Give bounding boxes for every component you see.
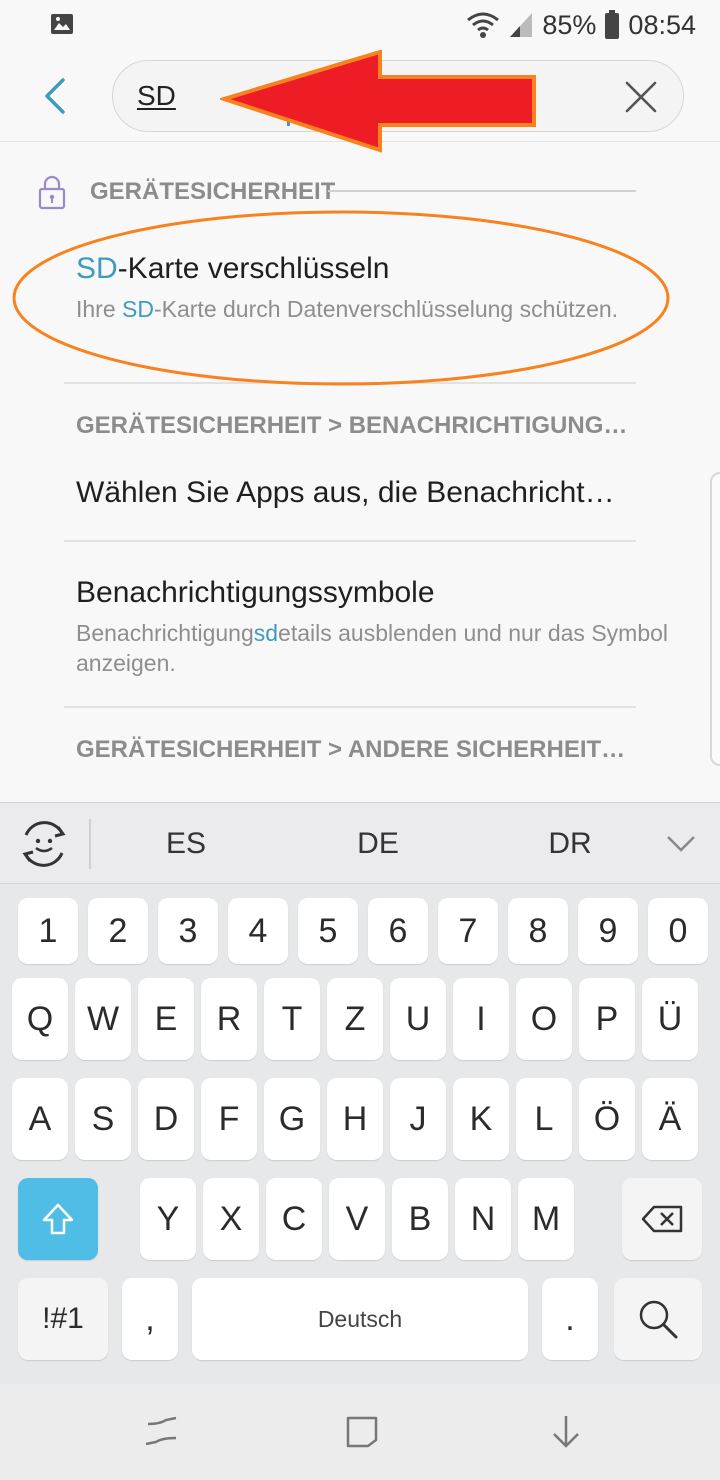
annotation-ellipse <box>12 210 670 386</box>
key-n[interactable]: N <box>455 1178 511 1260</box>
key-h[interactable]: H <box>327 1078 383 1160</box>
search-icon <box>639 1300 678 1339</box>
key-num-1[interactable]: 1 <box>18 898 78 964</box>
key-y[interactable]: Y <box>140 1178 196 1260</box>
key-w[interactable]: W <box>75 978 131 1060</box>
emoji-cycle-icon[interactable] <box>18 819 70 869</box>
annotation-arrow <box>220 50 536 153</box>
suggestion-bar: ES DE DR <box>0 802 720 884</box>
key-b[interactable]: B <box>392 1178 448 1260</box>
lock-icon <box>38 175 66 210</box>
result-notification-icons[interactable]: Benachrichtigungssymbole Benachrichtigun… <box>76 574 676 678</box>
search-query-text: SD <box>137 80 176 111</box>
shift-arrow-icon <box>42 1203 74 1235</box>
back-nav-icon[interactable] <box>546 1412 586 1452</box>
key-num-9[interactable]: 9 <box>578 898 638 964</box>
scrollbar[interactable] <box>710 472 720 766</box>
suggestion-word-2[interactable]: DE <box>318 827 438 861</box>
section-header-device-security: GERÄTESICHERHEIT <box>90 178 336 205</box>
key-e[interactable]: E <box>138 978 194 1060</box>
result-choose-apps-notifications[interactable]: Wählen Sie Apps aus, die Benachricht… <box>76 474 676 512</box>
key-z[interactable]: Z <box>327 978 383 1060</box>
comma-key[interactable]: , <box>122 1278 178 1360</box>
backspace-key[interactable] <box>622 1178 702 1260</box>
shift-key[interactable] <box>18 1178 98 1260</box>
result-title: Benachrichtigungssymbole <box>76 576 435 609</box>
backspace-icon <box>641 1205 683 1233</box>
key-s[interactable]: S <box>75 1078 131 1160</box>
key-c[interactable]: C <box>266 1178 322 1260</box>
key-ü[interactable]: Ü <box>642 978 698 1060</box>
battery-icon <box>605 10 620 39</box>
key-d[interactable]: D <box>138 1078 194 1160</box>
back-button[interactable] <box>30 70 80 122</box>
suggestion-word-1[interactable]: ES <box>126 827 246 861</box>
result-title: Wählen Sie Apps aus, die Benachricht… <box>76 476 615 509</box>
key-u[interactable]: U <box>390 978 446 1060</box>
key-t[interactable]: T <box>264 978 320 1060</box>
key-o[interactable]: O <box>516 978 572 1060</box>
signal-icon <box>510 13 533 37</box>
key-m[interactable]: M <box>518 1178 574 1260</box>
key-r[interactable]: R <box>201 978 257 1060</box>
status-time: 08:54 <box>628 9 696 40</box>
list-divider <box>64 540 636 542</box>
period-key[interactable]: . <box>542 1278 598 1360</box>
section-header-other-security: GERÄTESICHERHEIT > ANDERE SICHERHEIT… <box>76 736 626 763</box>
key-num-5[interactable]: 5 <box>298 898 358 964</box>
chevron-down-icon[interactable] <box>664 827 698 861</box>
key-k[interactable]: K <box>453 1078 509 1160</box>
section-header-notifications: GERÄTESICHERHEIT > BENACHRICHTIGUNG… <box>76 412 628 439</box>
key-l[interactable]: L <box>516 1078 572 1160</box>
key-i[interactable]: I <box>453 978 509 1060</box>
key-num-6[interactable]: 6 <box>368 898 428 964</box>
key-q[interactable]: Q <box>12 978 68 1060</box>
clear-search-button[interactable] <box>617 73 665 121</box>
key-g[interactable]: G <box>264 1078 320 1160</box>
key-x[interactable]: X <box>203 1178 259 1260</box>
key-p[interactable]: P <box>579 978 635 1060</box>
suggestion-separator <box>89 819 91 869</box>
search-key[interactable] <box>614 1278 702 1360</box>
key-num-3[interactable]: 3 <box>158 898 218 964</box>
key-num-0[interactable]: 0 <box>648 898 708 964</box>
gallery-icon <box>51 14 73 34</box>
key-ö[interactable]: Ö <box>579 1078 635 1160</box>
list-divider <box>64 706 636 708</box>
key-f[interactable]: F <box>201 1078 257 1160</box>
key-a[interactable]: A <box>12 1078 68 1160</box>
key-num-4[interactable]: 4 <box>228 898 288 964</box>
key-num-7[interactable]: 7 <box>438 898 498 964</box>
keyboard: ES DE DR 1234567890 QWERTZUIOPÜ ASDFGHJKLÖ… <box>0 802 720 1384</box>
result-subtitle: Benachrichtigungsdetails ausblenden und … <box>76 618 676 678</box>
status-bar: 85% 08:54 <box>0 0 720 50</box>
wifi-icon <box>467 12 500 38</box>
key-j[interactable]: J <box>390 1078 446 1160</box>
back-arrow-icon <box>45 78 65 114</box>
symbols-key[interactable]: !#1 <box>18 1278 108 1360</box>
suggestion-word-3[interactable]: DR <box>510 827 630 861</box>
result-subtitle-pre: Benachrichtigung <box>76 620 254 646</box>
key-num-8[interactable]: 8 <box>508 898 568 964</box>
key-ä[interactable]: Ä <box>642 1078 698 1160</box>
status-indicators: 85% 08:54 <box>466 8 696 42</box>
recent-apps-icon[interactable] <box>142 1412 182 1452</box>
navigation-bar <box>0 1384 720 1480</box>
key-v[interactable]: V <box>329 1178 385 1260</box>
key-num-2[interactable]: 2 <box>88 898 148 964</box>
battery-percent: 85% <box>542 9 597 40</box>
section-divider <box>328 190 636 192</box>
home-icon[interactable] <box>342 1412 382 1452</box>
match-highlight: sd <box>253 620 279 646</box>
clear-x-icon <box>625 81 657 113</box>
space-key[interactable]: Deutsch <box>192 1278 528 1360</box>
